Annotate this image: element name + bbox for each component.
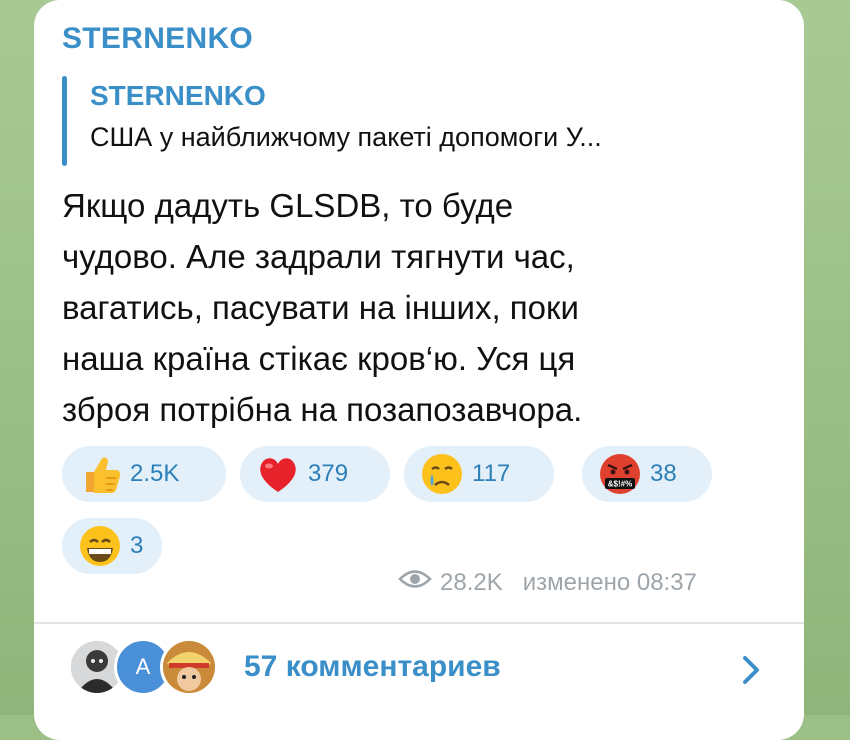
grinning-face-icon [74,520,126,572]
reaction-crying[interactable]: 117 [404,446,554,502]
message-meta: 28.2K изменено 08:37 [398,568,697,597]
reaction-heart[interactable]: 379 [240,446,390,502]
reaction-grinning[interactable]: 3 [62,518,162,574]
message-line: Якщо дадуть GLSDB, то буде [62,187,514,224]
message-line: наша країна стікає кров‘ю. Уся ця [62,340,576,377]
reaction-count: 38 [650,460,677,487]
reaction-count: 2.5K [130,460,180,487]
eye-icon [398,568,432,597]
quote-bar [62,76,67,166]
comments-divider [34,622,804,624]
edited-timestamp: изменено 08:37 [522,568,697,596]
cursing-face-icon: &$!#% [594,448,646,500]
message-line: зброя потрібна на позапозавчора. [62,391,583,428]
reply-quote[interactable]: STERNENKO США у найближчому пакеті допом… [62,76,782,168]
cursing-symbols: &$!#% [608,480,632,489]
reaction-count: 379 [308,460,349,487]
crying-face-icon [416,448,468,500]
red-heart-icon [252,448,304,500]
comments-label: 57 комментариев [244,650,501,683]
channel-name[interactable]: STERNENKO [62,22,253,56]
view-count: 28.2K [440,568,503,596]
comments-button[interactable]: A 57 комментариев [60,632,780,708]
thumbs-up-icon [74,448,126,500]
quote-preview: США у найближчому пакеті допомоги У... [90,122,602,152]
quote-author: STERNENKO [90,80,266,111]
reaction-count: 117 [472,460,511,487]
message-text: Якщо дадуть GLSDB, то буде чудово. Але з… [62,180,762,435]
avatar-letter: A [135,654,151,679]
message-line: чудово. Але задрали тягнути час, [62,238,575,275]
message-line: вагатись, пасувати на інших, поки [62,289,579,326]
reaction-cursing[interactable]: &$!#% 38 [582,446,712,502]
chevron-right-icon [736,652,766,688]
avatar [160,638,218,696]
reaction-thumbs-up[interactable]: 2.5K [62,446,226,502]
reaction-count: 3 [130,532,144,559]
